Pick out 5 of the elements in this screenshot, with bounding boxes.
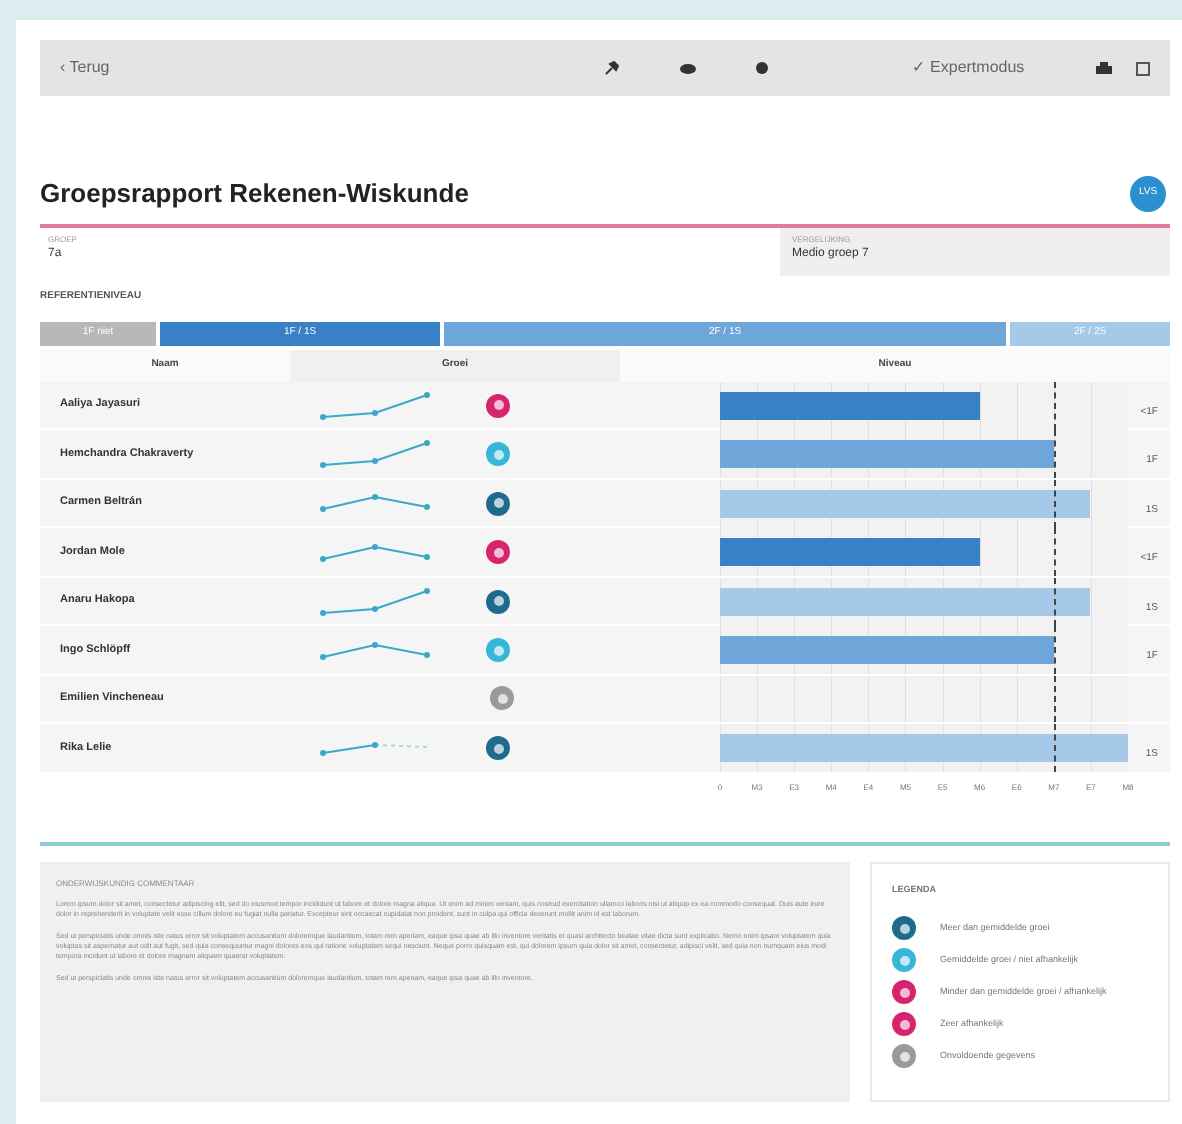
expert-mode-toggle[interactable]: ✓ Expertmodus: [868, 56, 1068, 80]
expand-icon[interactable]: [1136, 61, 1150, 75]
report-title: Groepsrapport Rekenen-Wiskunde: [40, 176, 469, 213]
back-link[interactable]: ‹ Terug: [60, 56, 110, 80]
dot-icon[interactable]: [756, 62, 768, 74]
